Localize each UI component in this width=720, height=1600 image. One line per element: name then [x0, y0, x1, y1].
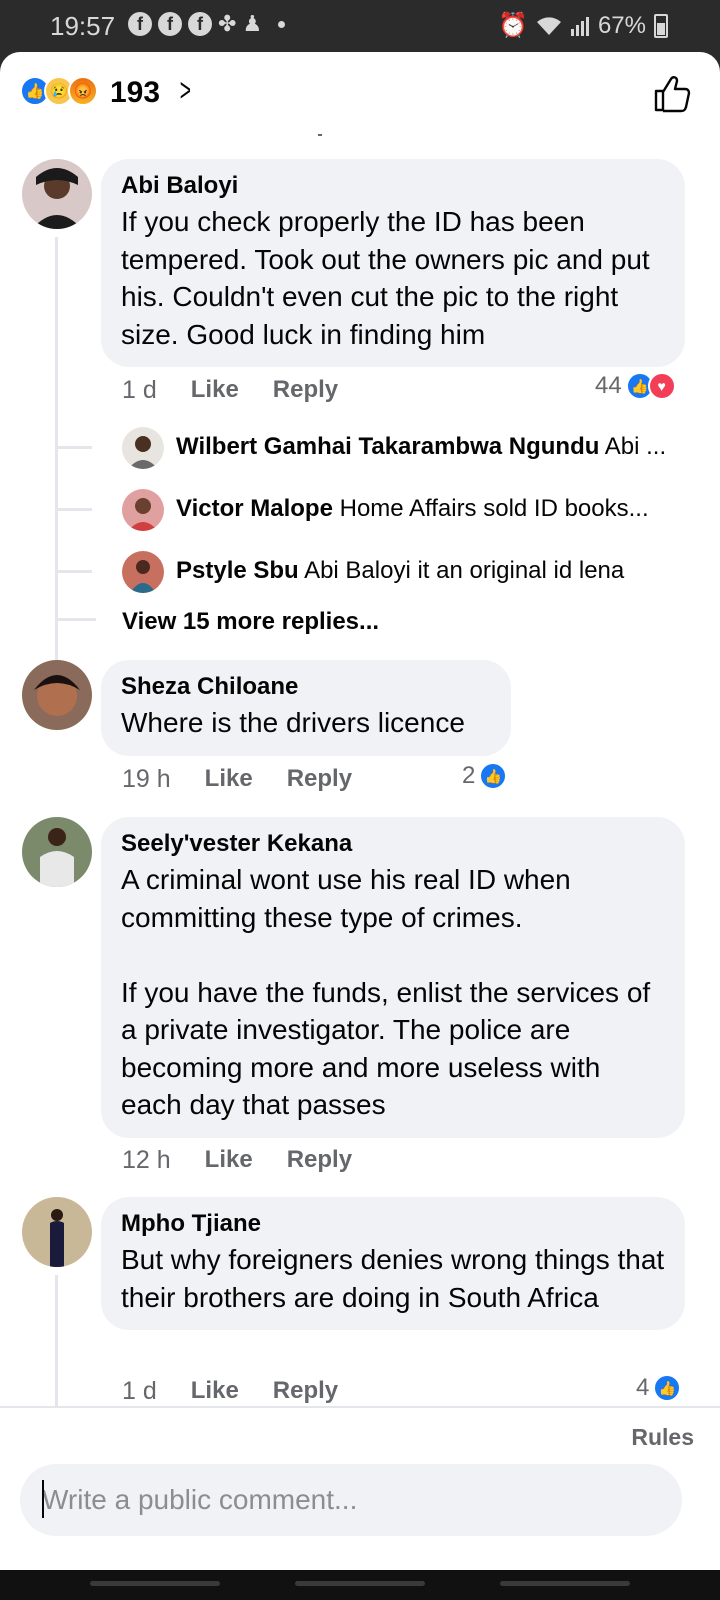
- more-notifications-dot: [278, 20, 286, 28]
- reaction-count: 4: [636, 1374, 650, 1401]
- avatar-wilbert[interactable]: [122, 427, 164, 469]
- like-button[interactable]: Like: [205, 1146, 253, 1175]
- comment-bubble[interactable]: Mpho Tjiane But why foreigners denies wr…: [101, 1197, 685, 1330]
- comment-reactions[interactable]: 2 👍: [462, 762, 508, 790]
- like-button[interactable]: Like: [191, 376, 239, 405]
- thread-branch: [56, 508, 92, 511]
- comments-sheet: 👍 😢 😡 193 > Abi Baloyi If you check prop…: [0, 52, 720, 1570]
- reply-preview[interactable]: Wilbert Gamhai Takarambwa Ngundu Abi ...: [176, 433, 686, 461]
- comment-text: Where is the drivers licence: [121, 707, 465, 738]
- reply-text: Abi ...: [604, 433, 667, 460]
- nav-home[interactable]: [295, 1581, 425, 1586]
- commenter-name[interactable]: Mpho Tjiane: [121, 1209, 665, 1239]
- signal-icon: [570, 16, 589, 36]
- alarm-icon: ⏰: [498, 12, 528, 39]
- comment-reactions[interactable]: 4 👍: [636, 1374, 682, 1402]
- thread-line: [55, 1275, 58, 1406]
- avatar-pstyle[interactable]: [122, 551, 164, 593]
- view-more-replies-link[interactable]: View 15 more replies...: [122, 608, 379, 636]
- comment-composer: Rules: [0, 1406, 720, 1570]
- comment-time: 1 d: [122, 376, 157, 404]
- reply-button[interactable]: Reply: [273, 1377, 338, 1406]
- comment-text: A criminal wont use his real ID when com…: [121, 864, 651, 1120]
- comment-reactions[interactable]: 44 👍 ♥: [595, 372, 676, 400]
- like-reaction-icon: 👍: [479, 762, 508, 790]
- scroll-indicator: [318, 134, 322, 136]
- battery-percent: 67%: [597, 11, 646, 39]
- wifi-icon: [536, 16, 561, 35]
- reply-author[interactable]: Wilbert Gamhai Takarambwa Ngundu: [176, 433, 599, 460]
- thread-branch: [56, 618, 96, 621]
- reply-preview[interactable]: Victor Malope Home Affairs sold ID books…: [176, 495, 686, 523]
- status-bar: 19:57 f f f ✤ ♟ ⏰ 67%: [0, 0, 720, 52]
- comment-actions: 12 h Like Reply: [122, 1146, 386, 1175]
- comment-time: 1 d: [122, 1377, 157, 1405]
- like-button[interactable]: Like: [191, 1377, 239, 1406]
- avatar-victor[interactable]: [122, 489, 164, 531]
- like-button[interactable]: Like: [205, 765, 253, 794]
- person-icon: ♟: [242, 11, 263, 36]
- reply-preview[interactable]: Pstyle Sbu Abi Baloyi it an original id …: [176, 557, 686, 585]
- pinwheel-icon: ✤: [218, 11, 237, 36]
- like-thumb-icon[interactable]: [652, 74, 692, 114]
- like-reaction-icon: 👍: [653, 1374, 682, 1402]
- thread-branch: [56, 446, 92, 449]
- commenter-name[interactable]: Seely'vester Kekana: [121, 829, 665, 859]
- reactions-header[interactable]: 👍 😢 😡 193 >: [0, 52, 720, 134]
- thread-branch: [56, 570, 92, 573]
- chevron-right-icon[interactable]: >: [180, 72, 191, 109]
- comment-bubble[interactable]: Abi Baloyi If you check properly the ID …: [101, 159, 685, 367]
- comment-text: If you check properly the ID has been te…: [121, 206, 650, 350]
- comment-input[interactable]: [20, 1464, 682, 1536]
- comment-bubble[interactable]: Seely'vester Kekana A criminal wont use …: [101, 817, 685, 1138]
- comment-bubble[interactable]: Sheza Chiloane Where is the drivers lice…: [101, 660, 511, 756]
- reaction-count: 44: [595, 372, 622, 399]
- facebook-notification-icon: f: [188, 12, 212, 36]
- rules-link[interactable]: Rules: [631, 1424, 694, 1451]
- avatar-abi-baloyi[interactable]: [22, 159, 92, 229]
- reply-button[interactable]: Reply: [287, 765, 352, 794]
- comment-time: 12 h: [122, 1146, 171, 1174]
- comment-actions: 1 d Like Reply: [122, 1377, 372, 1406]
- reply-author[interactable]: Pstyle Sbu: [176, 557, 299, 584]
- nav-recents[interactable]: [90, 1581, 220, 1586]
- facebook-notification-icon: f: [128, 12, 152, 36]
- commenter-name[interactable]: Abi Baloyi: [121, 171, 665, 201]
- comment-actions: 19 h Like Reply: [122, 765, 386, 794]
- battery-icon: [654, 13, 668, 38]
- system-nav-bar: [0, 1570, 720, 1600]
- avatar-sheza-chiloane[interactable]: [22, 660, 92, 730]
- love-reaction-icon: ♥: [647, 372, 676, 400]
- thread-line: [55, 237, 58, 673]
- notification-icons: f f f ✤ ♟: [128, 11, 286, 36]
- reply-text: Abi Baloyi it an original id lena: [304, 557, 625, 584]
- avatar-mpho-tjiane[interactable]: [22, 1197, 92, 1267]
- reaction-count: 2: [462, 762, 476, 789]
- commenter-name[interactable]: Sheza Chiloane: [121, 672, 491, 702]
- comment-time: 19 h: [122, 765, 171, 793]
- reaction-icons: 👍 😢 😡: [20, 76, 98, 106]
- status-right: ⏰ 67%: [498, 11, 668, 40]
- reply-text: Home Affairs sold ID books...: [339, 495, 649, 522]
- reaction-count: 193: [110, 76, 161, 109]
- reply-author[interactable]: Victor Malope: [176, 495, 333, 522]
- reply-button[interactable]: Reply: [287, 1146, 352, 1175]
- avatar-seelyvester-kekana[interactable]: [22, 817, 92, 887]
- comment-text: But why foreigners denies wrong things t…: [121, 1244, 665, 1313]
- facebook-notification-icon: f: [158, 12, 182, 36]
- angry-reaction-icon: 😡: [68, 76, 98, 106]
- reply-button[interactable]: Reply: [273, 376, 338, 405]
- comment-actions: 1 d Like Reply: [122, 376, 372, 405]
- nav-back[interactable]: [500, 1581, 630, 1586]
- text-cursor: [42, 1480, 44, 1518]
- status-time: 19:57: [50, 11, 116, 41]
